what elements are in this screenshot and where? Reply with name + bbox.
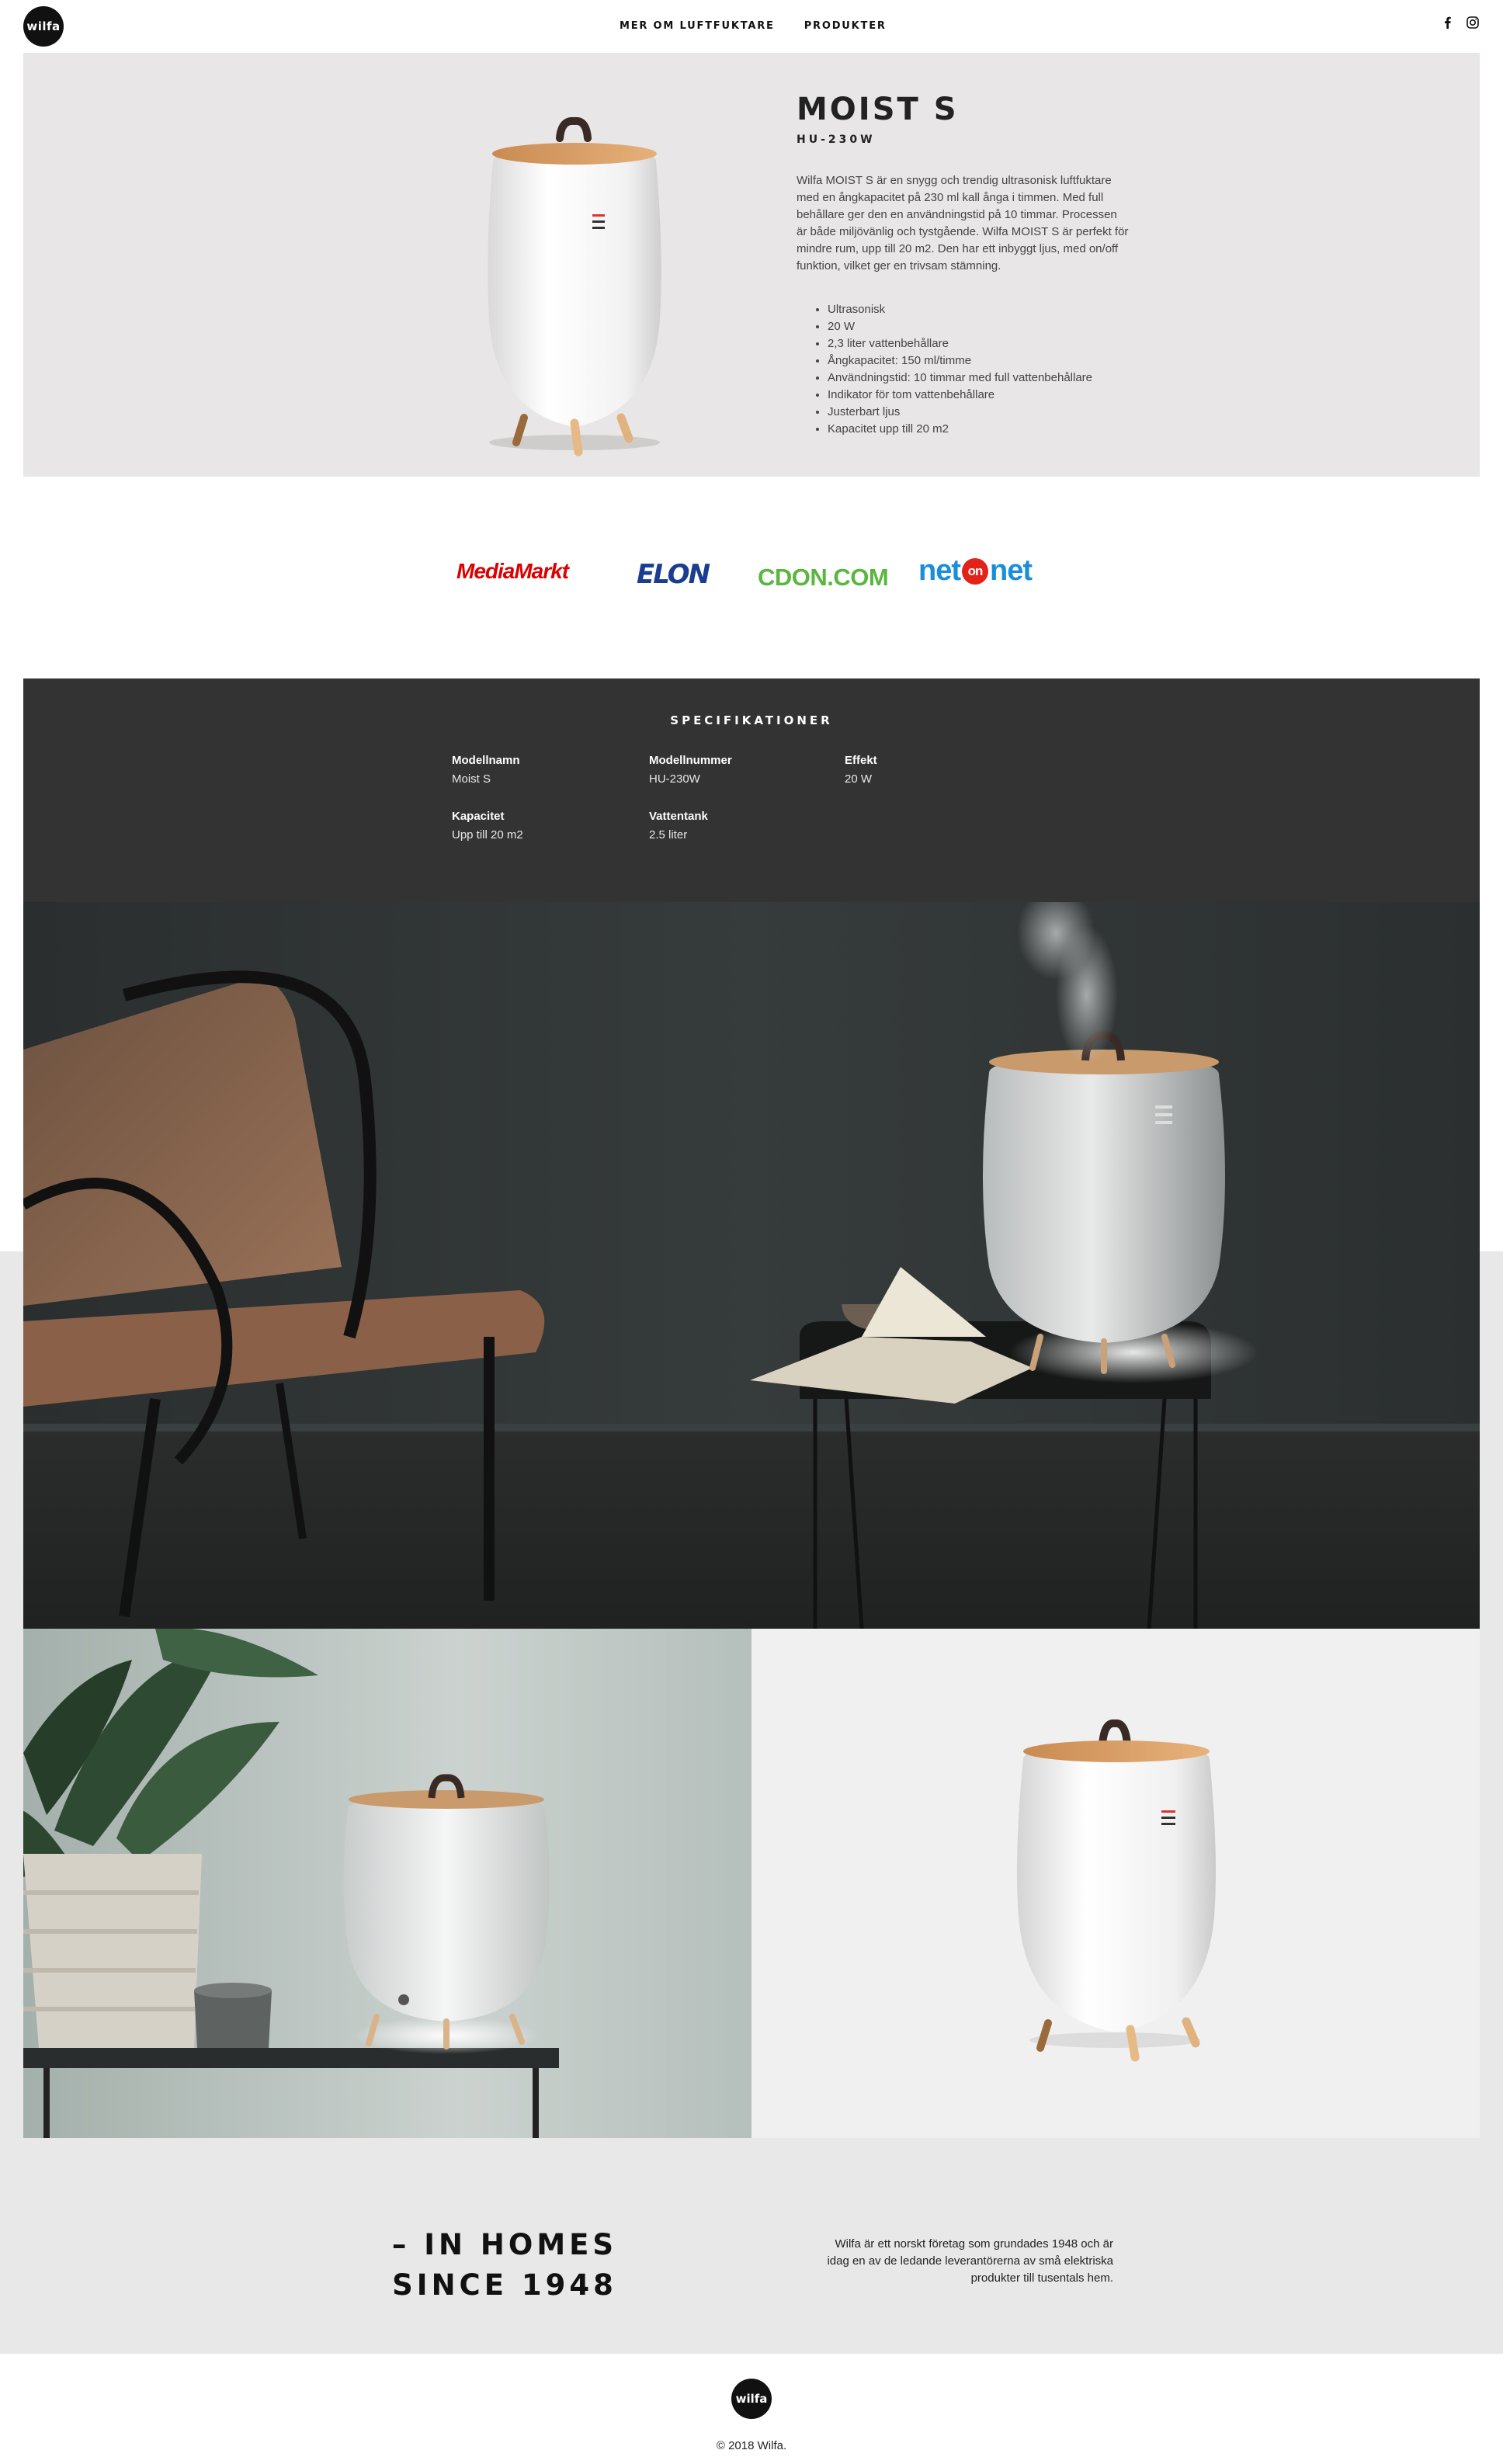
product-title: MOIST S <box>797 92 959 127</box>
brand-tagline: – IN HOMES SINCE 1948 <box>373 2225 637 2306</box>
feature-item: 20 W <box>828 318 1154 335</box>
feature-item: Ångkapacitet: 150 ml/timme <box>828 352 1154 370</box>
humidifier-product-image <box>462 116 687 462</box>
copyright-text: © 2018 Wilfa. <box>716 2439 787 2452</box>
spec-value: HU-230W <box>649 772 700 786</box>
spec-label: Modellnamn <box>452 754 520 767</box>
facebook-icon[interactable] <box>1441 16 1455 29</box>
spec-vattentank: Vattentank 2.5 liter <box>649 807 708 845</box>
spec-value: Moist S <box>452 772 491 786</box>
social-links <box>1441 16 1480 29</box>
instagram-icon[interactable] <box>1466 16 1480 29</box>
plant-lifestyle-photo <box>23 1629 752 2138</box>
spec-value: 2.5 liter <box>649 828 688 842</box>
wilfa-logo[interactable]: wilfa <box>23 6 64 47</box>
netonnet-logo-part: net <box>990 554 1033 587</box>
spec-kapacitet: Kapacitet Upp till 20 m2 <box>452 807 523 845</box>
spec-modellnummer: Modellnummer HU-230W <box>649 751 732 789</box>
product-model-number: HU-230W <box>797 134 876 146</box>
retailer-logos: MediaMarkt ELON CDON.COM net on net <box>0 477 1503 678</box>
netonnet-logo-part: net <box>918 554 961 587</box>
feature-item: Justerbart ljus <box>828 404 1154 421</box>
product-hero: MOIST S HU-230W Wilfa MOIST S är en snyg… <box>23 53 1480 477</box>
nav-item-mer-om-luftfuktare[interactable]: MER OM LUFTFUKTARE <box>620 20 775 32</box>
spec-modellnamn: Modellnamn Moist S <box>452 751 520 789</box>
spec-label: Kapacitet <box>452 810 505 823</box>
feature-list: Ultrasonisk 20 W 2,3 liter vattenbehålla… <box>828 301 1154 438</box>
specifications-title: SPECIFIKATIONER <box>670 713 833 727</box>
tagline-line: – IN HOMES <box>391 2228 618 2261</box>
nav-item-produkter[interactable]: PRODUKTER <box>804 20 887 32</box>
main-nav: MER OM LUFTFUKTARE PRODUKTER <box>620 20 887 32</box>
feature-item: Kapacitet upp till 20 m2 <box>828 421 1154 438</box>
site-footer: wilfa © 2018 Wilfa. <box>23 2354 1480 2464</box>
cdon-logo[interactable]: CDON.COM <box>758 564 889 592</box>
spec-value: Upp till 20 m2 <box>452 828 523 842</box>
tagline-line: SINCE 1948 <box>392 2268 617 2302</box>
feature-item: 2,3 liter vattenbehållare <box>828 335 1154 352</box>
about-text: Wilfa är ett norskt företag som grundade… <box>827 2237 1113 2285</box>
spec-label: Vattentank <box>649 810 708 823</box>
feature-item: Ultrasonisk <box>828 301 1154 318</box>
mediamarkt-logo[interactable]: MediaMarkt <box>456 559 569 584</box>
netonnet-logo-on-badge: on <box>962 557 988 585</box>
specifications-section: SPECIFIKATIONER Modellnamn Moist S Model… <box>23 678 1480 902</box>
feature-item: Användningstid: 10 timmar med full vatte… <box>828 370 1154 387</box>
netonnet-logo[interactable]: net on net <box>918 554 1033 588</box>
spec-value: 20 W <box>845 772 873 786</box>
product-description: Wilfa MOIST S är en snygg och trendig ul… <box>797 174 1129 272</box>
feature-item: Indikator för tom vattenbehållare <box>828 387 1154 404</box>
footer-wilfa-logo[interactable]: wilfa <box>731 2379 772 2419</box>
spec-label: Effekt <box>845 754 877 767</box>
studio-product-photo <box>752 1629 1480 2138</box>
site-header: wilfa MER OM LUFTFUKTARE PRODUKTER <box>0 0 1503 53</box>
room-lifestyle-photo <box>23 902 1480 1629</box>
spec-label: Modellnummer <box>649 754 732 767</box>
elon-logo[interactable]: ELON <box>637 559 710 590</box>
spec-effekt: Effekt 20 W <box>845 751 877 789</box>
product-info: MOIST S HU-230W Wilfa MOIST S är en snyg… <box>797 92 1154 438</box>
